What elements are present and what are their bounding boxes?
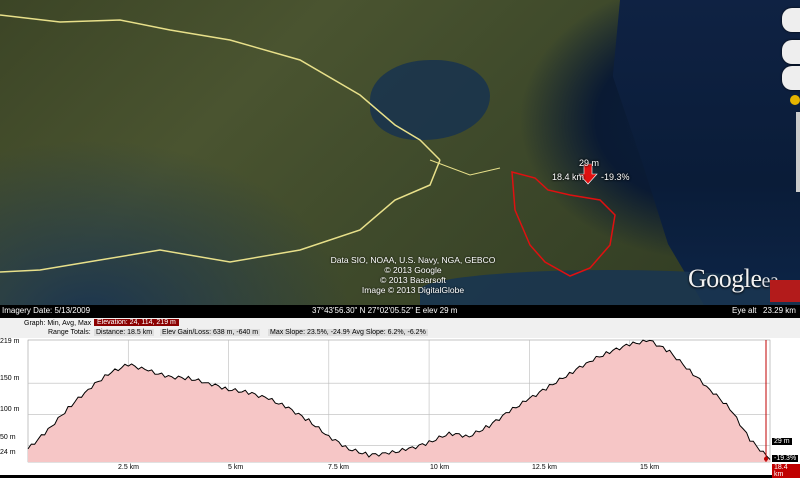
- google-earth-logo: Googleea: [688, 264, 779, 294]
- y-tick-label: 50 m: [0, 434, 16, 441]
- graph-label: Graph: Min, Avg, Max: [24, 320, 92, 327]
- cursor-elevation: 29 m: [772, 438, 792, 445]
- elevation-summary: Elevation: 24, 114, 219 m: [94, 319, 179, 326]
- route-label-elevation: 29 m: [579, 158, 600, 168]
- route-label-distance: 18.4 km: [552, 172, 585, 182]
- attribution-line: © 2013 Google: [384, 265, 442, 275]
- elev-gain-loss: Elev Gain/Loss: 638 m, -640 m: [160, 329, 261, 336]
- x-tick-label: 5 km: [228, 464, 244, 471]
- profile-legend: Graph: Min, Avg, Max Elevation: 24, 114,…: [0, 318, 800, 338]
- y-tick-label: 219 m: [0, 338, 20, 345]
- imagery-date: Imagery Date: 5/13/2009: [2, 306, 91, 315]
- x-tick-label: 12.5 km: [532, 464, 557, 471]
- logo-text: Google: [688, 264, 762, 293]
- max-slope: Max Slope: 23.5%, -24.9%: [268, 329, 355, 336]
- attribution-line: © 2013 Basarsoft: [380, 275, 446, 285]
- cursor-distance: 18.4 km: [772, 464, 800, 478]
- y-tick-label: 24 m: [0, 449, 16, 456]
- street-view-icon[interactable]: [790, 95, 800, 105]
- route-label-slope: -19.3%: [601, 172, 630, 182]
- attribution-line: Image © 2013 DigitalGlobe: [361, 285, 465, 295]
- elevation-profile-panel[interactable]: Graph: Min, Avg, Max Elevation: 24, 114,…: [0, 318, 800, 478]
- y-tick-label: 100 m: [0, 406, 20, 413]
- cursor-marker: [763, 456, 768, 461]
- corner-badge: [770, 280, 800, 302]
- x-tick-label: 7.5 km: [328, 464, 350, 471]
- attribution-line: Data SIO, NOAA, U.S. Navy, NGA, GEBCO: [330, 255, 496, 265]
- map-view[interactable]: 29 m 18.4 km -19.3% Data SIO, NOAA, U.S.…: [0, 0, 800, 305]
- road-line: [0, 14, 441, 161]
- range-totals-label: Range Totals:: [48, 329, 91, 336]
- eye-alt-label: Eye alt: [732, 306, 757, 315]
- compass-control[interactable]: [782, 40, 800, 64]
- x-tick-label: 15 km: [640, 464, 660, 471]
- y-tick-label: 150 m: [0, 375, 20, 382]
- zoom-slider[interactable]: [796, 112, 800, 192]
- look-control[interactable]: [782, 8, 800, 32]
- map-attribution: Data SIO, NOAA, U.S. Navy, NGA, GEBCO © …: [328, 255, 498, 295]
- distance-total: Distance: 18.5 km: [94, 329, 155, 336]
- avg-slope: Avg Slope: 6.2%, -6.2%: [350, 329, 428, 336]
- eye-alt-value: 23.29 km: [763, 306, 796, 315]
- coordinates-readout: 37°43'56.30" N 27°02'05.52" E elev 29 m: [312, 306, 458, 315]
- road-line: [429, 159, 501, 176]
- x-tick-label: 10 km: [430, 464, 450, 471]
- status-bar: Imagery Date: 5/13/2009 37°43'56.30" N 2…: [0, 305, 800, 318]
- x-tick-label: 2.5 km: [118, 464, 140, 471]
- cursor-slope: -19.3%: [772, 455, 799, 462]
- route-path: [511, 171, 616, 277]
- elevation-chart[interactable]: [0, 338, 800, 475]
- move-control[interactable]: [782, 66, 800, 90]
